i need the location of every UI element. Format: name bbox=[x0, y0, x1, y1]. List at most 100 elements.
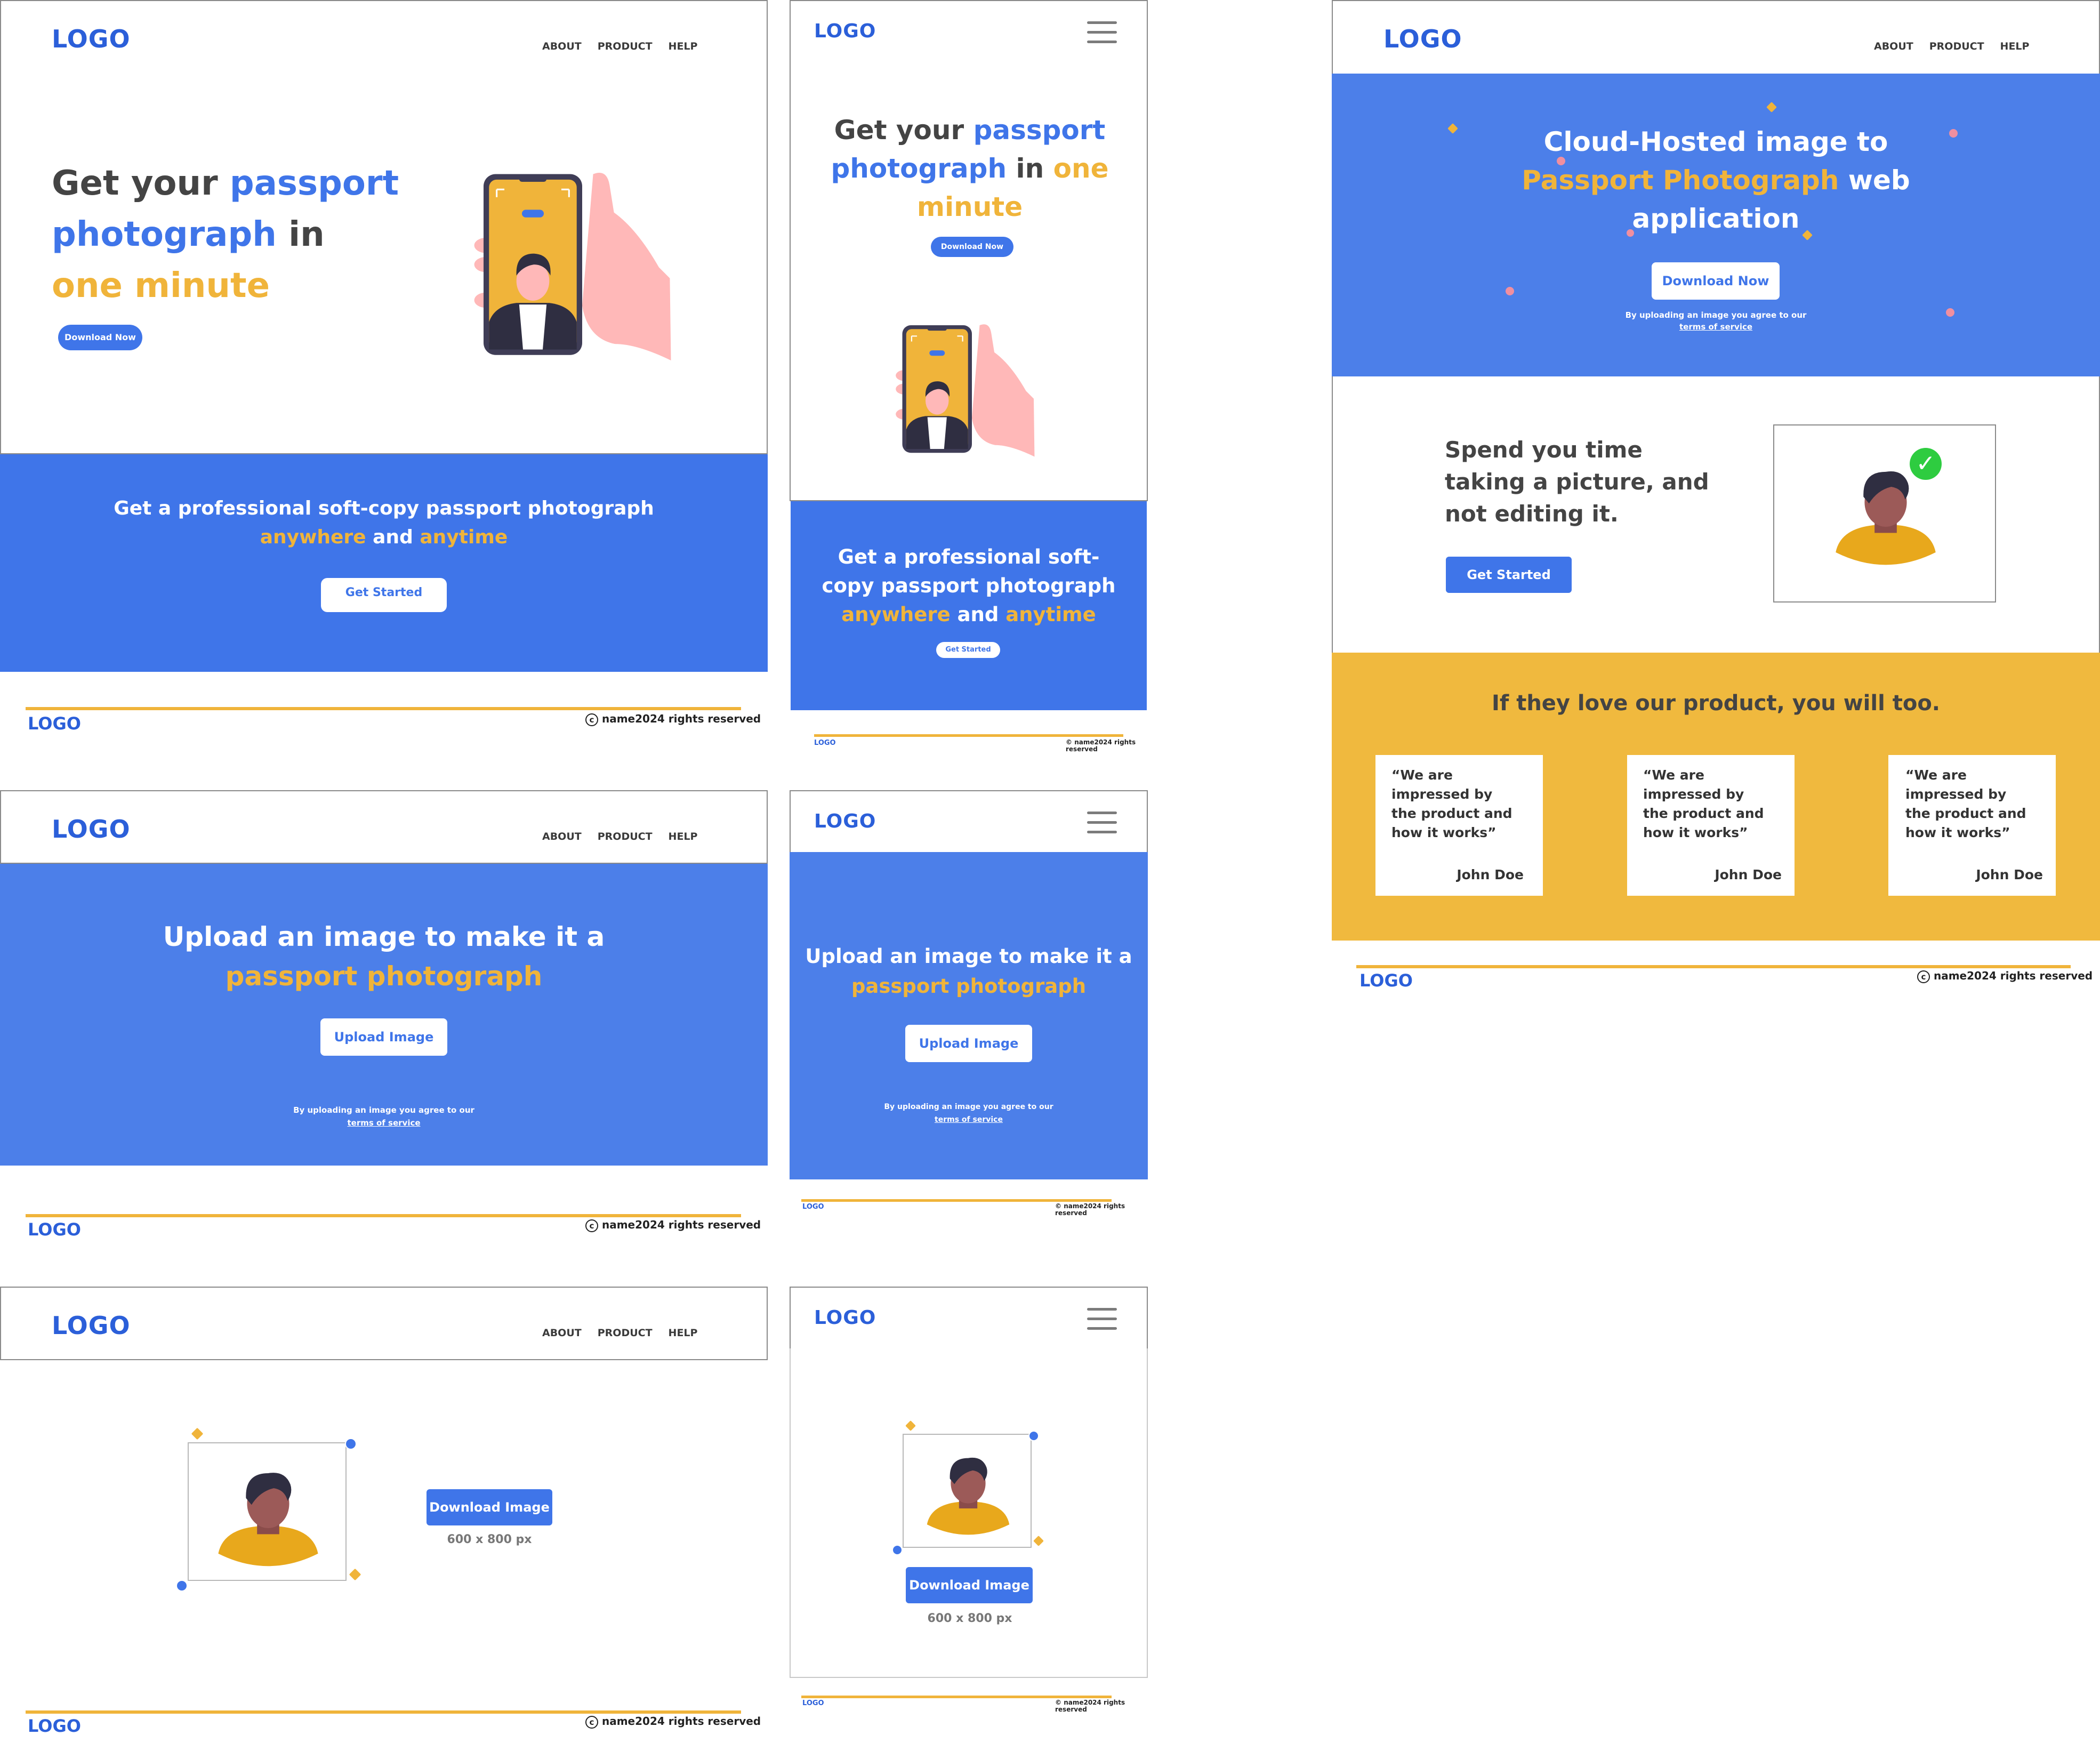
nav-about-link[interactable]: ABOUT bbox=[542, 831, 582, 842]
terms-notice: By uploading an image you agree to our t… bbox=[884, 1103, 1053, 1124]
footer-divider bbox=[26, 1214, 741, 1217]
nav-logo[interactable]: LOGO bbox=[52, 815, 131, 844]
mobile-cta-banner: Get a professional soft- copy passport p… bbox=[791, 501, 1147, 710]
crop-handle[interactable] bbox=[1028, 1431, 1039, 1441]
nav-logo[interactable]: LOGO bbox=[52, 1311, 131, 1340]
footer-copyright: c name2024 rights reserved bbox=[585, 1218, 761, 1232]
confetti-dot bbox=[1627, 229, 1634, 237]
crop-handle[interactable] bbox=[191, 1427, 204, 1440]
copyright-icon: c bbox=[1917, 970, 1930, 983]
frame-mobile-home: LOGO Get your passport photograph in one… bbox=[790, 0, 1148, 757]
confetti-dot bbox=[1766, 102, 1777, 113]
footer-logo[interactable]: LOGO bbox=[802, 1699, 824, 1707]
hamburger-icon[interactable] bbox=[1087, 812, 1117, 840]
crop-handle[interactable] bbox=[349, 1568, 361, 1581]
mobile-top-nav: LOGO bbox=[790, 1287, 1148, 1350]
mobile-cta-text: Get a professional soft- copy passport p… bbox=[822, 545, 1116, 626]
result-photo-frame bbox=[188, 1442, 347, 1581]
confetti-dot bbox=[1949, 129, 1958, 138]
mobile-result-section: Download Image 600 x 800 px bbox=[790, 1348, 1148, 1678]
copyright-icon: © bbox=[1055, 1202, 1061, 1210]
nav-about-link[interactable]: ABOUT bbox=[542, 41, 582, 52]
footer-divider bbox=[801, 1199, 1112, 1202]
nav-help-link[interactable]: HELP bbox=[669, 831, 698, 842]
confetti-dot bbox=[1946, 308, 1954, 317]
footer-divider bbox=[26, 1710, 741, 1714]
get-started-button[interactable]: Get Started bbox=[321, 578, 447, 612]
nav-product-link[interactable]: PRODUCT bbox=[598, 41, 653, 52]
phone-hand-illustration bbox=[470, 163, 694, 360]
footer-logo[interactable]: LOGO bbox=[28, 1219, 81, 1240]
footer-logo[interactable]: LOGO bbox=[28, 713, 81, 734]
cta-banner-text: Get a professional soft-copy passport ph… bbox=[114, 497, 654, 548]
upload-title: Upload an image to make it a passport pho… bbox=[163, 921, 605, 992]
footer-logo[interactable]: LOGO bbox=[802, 1203, 824, 1211]
nav-about-link[interactable]: ABOUT bbox=[542, 1327, 582, 1339]
nav-about-link[interactable]: ABOUT bbox=[1874, 41, 1913, 52]
footer-copyright: © name2024 rights reserved bbox=[1055, 1699, 1125, 1713]
hamburger-icon[interactable] bbox=[1087, 1308, 1117, 1337]
terms-link[interactable]: terms of service bbox=[347, 1118, 420, 1128]
crop-handle[interactable] bbox=[176, 1580, 188, 1592]
crop-handle[interactable] bbox=[345, 1438, 357, 1450]
testimonial-author: John Doe bbox=[1457, 867, 1524, 882]
top-nav: LOGO ABOUT PRODUCT HELP bbox=[0, 1287, 768, 1360]
upload-image-button[interactable]: Upload Image bbox=[320, 1018, 447, 1056]
mobile-upload-section: Upload an image to make it a passport pho… bbox=[790, 852, 1148, 1179]
upload-image-button[interactable]: Upload Image bbox=[905, 1025, 1032, 1062]
copyright-icon: c bbox=[585, 1716, 598, 1729]
landing-hero-headline: Cloud-Hosted image to Passport Photograp… bbox=[1522, 126, 1910, 234]
nav-logo[interactable]: LOGO bbox=[814, 1307, 876, 1329]
mobile-top-nav: LOGO bbox=[790, 790, 1148, 853]
footer-logo[interactable]: LOGO bbox=[28, 1716, 81, 1736]
footer-logo[interactable]: LOGO bbox=[1359, 970, 1413, 991]
top-nav: LOGO ABOUT PRODUCT HELP bbox=[0, 0, 768, 74]
nav-product-link[interactable]: PRODUCT bbox=[598, 831, 653, 842]
testimonial-card: “We are impressed by the product and how it… bbox=[1627, 755, 1795, 896]
get-started-button[interactable]: Get Started bbox=[1446, 557, 1572, 593]
nav-logo[interactable]: LOGO bbox=[814, 20, 876, 42]
footer-logo[interactable]: LOGO bbox=[814, 739, 836, 747]
upload-section: Upload an image to make it a passport pho… bbox=[0, 864, 768, 1166]
footer-divider bbox=[26, 707, 741, 710]
crop-handle[interactable] bbox=[892, 1545, 903, 1555]
testimonial-card: “We are impressed by the product and how it… bbox=[1375, 755, 1543, 896]
image-size-label: 600 x 800 px bbox=[447, 1533, 532, 1546]
hamburger-icon[interactable] bbox=[1087, 21, 1117, 50]
nav-help-link[interactable]: HELP bbox=[669, 41, 698, 52]
crop-handle[interactable] bbox=[1033, 1536, 1044, 1546]
copyright-icon: c bbox=[585, 713, 598, 726]
download-now-button[interactable]: Download Now bbox=[58, 325, 142, 350]
frame-mobile-result: LOGO Download Image 600 x 800 px LOGO © … bbox=[790, 1287, 1148, 1718]
frame-desktop-upload: LOGO ABOUT PRODUCT HELP Upload an image … bbox=[0, 790, 768, 1243]
nav-links: ABOUT PRODUCT HELP bbox=[542, 1327, 697, 1339]
nav-product-link[interactable]: PRODUCT bbox=[1929, 41, 1984, 52]
terms-link[interactable]: terms of service bbox=[935, 1115, 1003, 1124]
footer-copyright: © name2024 rights reserved bbox=[1055, 1202, 1125, 1217]
nav-product-link[interactable]: PRODUCT bbox=[598, 1327, 653, 1339]
frame-desktop-result: LOGO ABOUT PRODUCT HELP Download Image 6… bbox=[0, 1287, 768, 1736]
copyright-icon: © bbox=[1055, 1699, 1061, 1706]
download-now-button[interactable]: Download Now bbox=[1652, 262, 1780, 300]
copyright-icon: c bbox=[585, 1219, 598, 1232]
avatar-illustration bbox=[202, 1459, 335, 1570]
top-nav: LOGO ABOUT PRODUCT HELP bbox=[0, 790, 768, 864]
nav-logo[interactable]: LOGO bbox=[52, 25, 131, 53]
footer-copyright: c name2024 rights reserved bbox=[585, 1715, 761, 1729]
nav-help-link[interactable]: HELP bbox=[2000, 41, 2030, 52]
nav-help-link[interactable]: HELP bbox=[669, 1327, 698, 1339]
get-started-button[interactable]: Get Started bbox=[936, 642, 1000, 658]
download-image-button[interactable]: Download Image bbox=[427, 1489, 552, 1525]
download-now-button[interactable]: Download Now bbox=[931, 237, 1013, 257]
crop-handle[interactable] bbox=[905, 1420, 916, 1431]
check-icon: ✓ bbox=[1910, 448, 1942, 480]
confetti-dot bbox=[1557, 157, 1565, 165]
terms-link[interactable]: terms of service bbox=[1679, 322, 1752, 332]
download-image-button[interactable]: Download Image bbox=[906, 1567, 1033, 1603]
nav-logo[interactable]: LOGO bbox=[814, 810, 876, 832]
footer-divider bbox=[801, 1696, 1112, 1698]
footer-copyright: © name2024 rights reserved bbox=[1066, 738, 1136, 753]
footer-copyright: c name2024 rights reserved bbox=[585, 712, 761, 726]
nav-logo[interactable]: LOGO bbox=[1383, 25, 1462, 53]
nav-links: ABOUT PRODUCT HELP bbox=[542, 831, 697, 842]
